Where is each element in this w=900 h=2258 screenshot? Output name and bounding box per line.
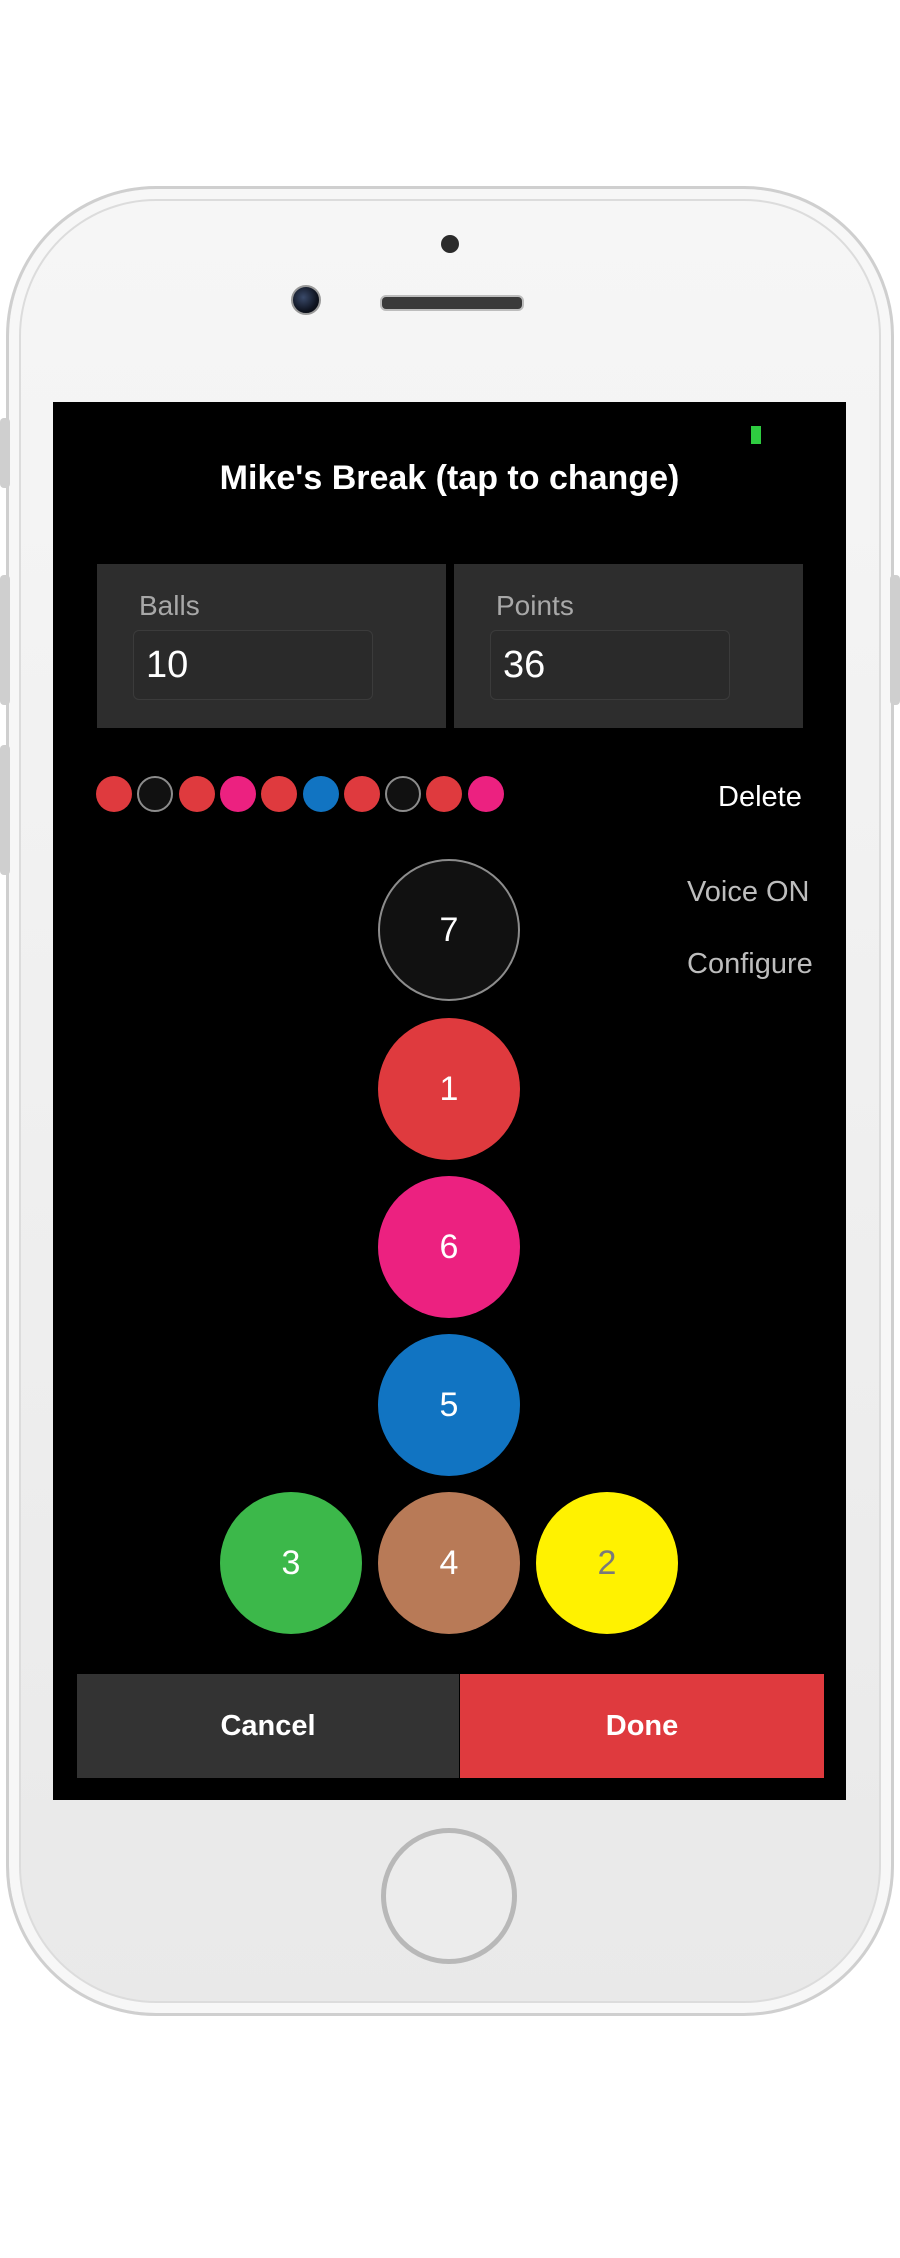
volume-up-button <box>0 575 10 705</box>
green-ball-value: 3 <box>281 1543 301 1582</box>
history-dot-red <box>96 776 132 812</box>
history-dot-red <box>178 776 215 812</box>
points-field: 36 <box>490 630 730 700</box>
history-dot-blue <box>302 776 339 812</box>
mute-switch <box>0 418 10 488</box>
history-dot-red <box>261 776 298 812</box>
points-stat-panel: Points 36 <box>454 564 803 728</box>
voice-toggle[interactable]: Voice ON <box>687 876 810 909</box>
points-value: 36 <box>503 644 546 686</box>
volume-down-button <box>0 745 10 875</box>
balls-label: Balls <box>139 590 200 621</box>
done-button[interactable]: Done <box>460 1674 824 1778</box>
brown-ball-value: 4 <box>439 1543 459 1582</box>
black-ball-value: 7 <box>439 910 459 949</box>
proximity-sensor-icon <box>441 235 459 253</box>
blue-ball-button[interactable]: 5 <box>378 1334 520 1476</box>
black-ball-button[interactable]: 7 <box>378 859 520 1001</box>
front-camera-icon <box>291 285 321 315</box>
brown-ball-button[interactable]: 4 <box>378 1492 520 1634</box>
history-dot-black <box>385 776 422 812</box>
home-button[interactable] <box>381 1828 517 1964</box>
blue-ball-value: 5 <box>439 1385 459 1424</box>
earpiece-speaker <box>380 295 524 311</box>
history-dot-red <box>343 776 380 812</box>
history-dot-pink <box>467 776 504 812</box>
red-ball-value: 1 <box>439 1069 459 1108</box>
break-title[interactable]: Mike's Break (tap to change) <box>53 459 846 498</box>
yellow-ball-value: 2 <box>597 1543 617 1582</box>
balls-stat-panel: Balls 10 <box>97 564 446 728</box>
battery-indicator-icon <box>751 426 761 444</box>
history-dot-pink <box>219 776 256 812</box>
green-ball-button[interactable]: 3 <box>220 1492 362 1634</box>
balls-value: 10 <box>146 644 189 686</box>
red-ball-button[interactable]: 1 <box>378 1018 520 1160</box>
delete-button[interactable]: Delete <box>718 781 802 814</box>
pink-ball-button[interactable]: 6 <box>378 1176 520 1318</box>
pink-ball-value: 6 <box>439 1227 459 1266</box>
history-dot-red <box>426 776 463 812</box>
history-dot-black <box>137 776 174 812</box>
cancel-button[interactable]: Cancel <box>77 1674 459 1778</box>
app-screen: Mike's Break (tap to change) Balls 10 Po… <box>53 402 846 1800</box>
yellow-ball-button[interactable]: 2 <box>536 1492 678 1634</box>
points-label: Points <box>496 590 574 621</box>
configure-button[interactable]: Configure <box>687 948 813 981</box>
power-button <box>890 575 900 705</box>
balls-field: 10 <box>133 630 373 700</box>
